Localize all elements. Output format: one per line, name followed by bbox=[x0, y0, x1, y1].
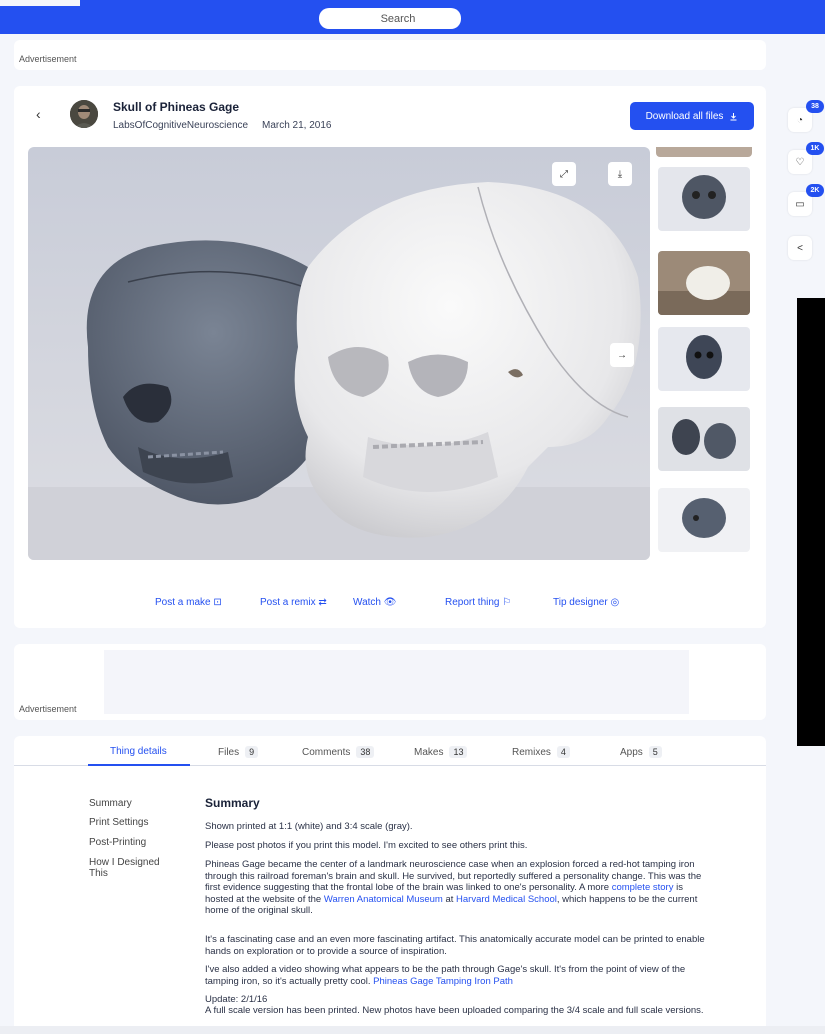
tab-files-count: 9 bbox=[245, 746, 259, 758]
tab-remixes[interactable]: Remixes 4 bbox=[512, 746, 570, 758]
tab-apps-label: Apps bbox=[620, 746, 643, 758]
summary-p5: I've also added a video showing what app… bbox=[205, 964, 705, 987]
ad-banner-top bbox=[14, 40, 766, 70]
thumbnail-gray-skull-icon bbox=[658, 167, 750, 231]
coin-icon: ◎ bbox=[610, 597, 620, 608]
remix-icon: ⇄ bbox=[318, 597, 327, 608]
publish-date: March 21, 2016 bbox=[262, 120, 332, 131]
tab-comments[interactable]: Comments 38 bbox=[302, 746, 375, 758]
summary-p6: A full scale version has been printed. N… bbox=[205, 1005, 704, 1016]
image-download-icon[interactable]: ⤓ bbox=[608, 162, 632, 186]
warren-museum-link[interactable]: Warren Anatomical Museum bbox=[324, 894, 443, 905]
summary-p2: Please post photos if you print this mod… bbox=[205, 840, 528, 851]
thumbnail-dark-skull-icon bbox=[658, 327, 750, 391]
download-icon bbox=[730, 112, 737, 120]
harvard-link[interactable]: Harvard Medical School bbox=[456, 894, 557, 905]
thumbnail-4[interactable] bbox=[658, 407, 750, 471]
summary-p4: It's a fascinating case and an even more… bbox=[205, 934, 705, 957]
post-a-make-link[interactable]: Post a make ⊡ bbox=[155, 597, 222, 608]
share-side-button[interactable]: < bbox=[788, 236, 812, 260]
thumbnail-skull-halves-icon bbox=[658, 407, 750, 471]
camera-icon: ⊡ bbox=[213, 597, 222, 608]
collections-count-badge: 2K bbox=[806, 184, 824, 197]
folder-icon: ▭ bbox=[795, 198, 805, 210]
ad-placeholder bbox=[104, 650, 689, 714]
thing-title: Skull of Phineas Gage bbox=[113, 100, 240, 114]
share-icon: < bbox=[797, 242, 803, 254]
tamping-iron-path-link[interactable]: Phineas Gage Tamping Iron Path bbox=[373, 976, 513, 987]
post-a-remix-link[interactable]: Post a remix ⇄ bbox=[260, 597, 327, 608]
tab-remixes-label: Remixes bbox=[512, 746, 551, 758]
tab-apps-count: 5 bbox=[648, 746, 662, 758]
ad-label-top: Advertisement bbox=[19, 54, 77, 64]
bottom-fade bbox=[0, 1026, 825, 1034]
toc-summary[interactable]: Summary bbox=[89, 798, 132, 809]
thumbnail-1[interactable] bbox=[658, 167, 750, 231]
tip-designer-label: Tip designer bbox=[553, 597, 608, 608]
tab-remixes-count: 4 bbox=[556, 746, 570, 758]
tab-makes[interactable]: Makes 13 bbox=[414, 746, 468, 758]
top-notch bbox=[0, 0, 80, 6]
main-image[interactable] bbox=[28, 147, 650, 560]
tab-apps[interactable]: Apps 5 bbox=[620, 746, 662, 758]
search-input[interactable] bbox=[327, 12, 469, 25]
post-a-remix-label: Post a remix bbox=[260, 597, 316, 608]
thumbnail-5[interactable] bbox=[658, 488, 750, 552]
tab-makes-label: Makes bbox=[414, 746, 444, 758]
author-link[interactable]: LabsOfCognitiveNeuroscience bbox=[113, 120, 248, 131]
next-image-arrow-icon[interactable]: → bbox=[610, 343, 634, 367]
report-thing-link[interactable]: Report thing ⚐ bbox=[445, 597, 511, 608]
tab-thing-details-label: Thing details bbox=[110, 746, 167, 757]
post-a-make-label: Post a make bbox=[155, 597, 211, 608]
eye-icon: 👁︎ bbox=[383, 597, 397, 608]
tab-files[interactable]: Files 9 bbox=[218, 746, 259, 758]
tab-comments-count: 38 bbox=[356, 746, 375, 758]
thumbnail-partial[interactable] bbox=[656, 147, 752, 157]
tab-makes-count: 13 bbox=[449, 746, 468, 758]
toc-print-settings[interactable]: Print Settings bbox=[89, 817, 148, 828]
fullscreen-icon[interactable]: ⤢ bbox=[552, 162, 576, 186]
watch-link[interactable]: Watch 👁︎ bbox=[353, 597, 396, 608]
summary-heading: Summary bbox=[205, 796, 260, 810]
summary-p3-text-c: at bbox=[442, 893, 457, 905]
ad-label-middle: Advertisement bbox=[19, 704, 77, 714]
tab-comments-label: Comments bbox=[302, 746, 351, 758]
flag-icon: ⚐ bbox=[502, 597, 512, 608]
ad-banner-middle bbox=[14, 644, 766, 720]
thumbnail-2[interactable] bbox=[658, 251, 750, 315]
tab-thing-details[interactable]: Thing details bbox=[110, 746, 167, 757]
comment-bubble-icon: ◔ bbox=[796, 114, 804, 126]
tab-files-label: Files bbox=[218, 746, 240, 758]
toc-post-printing[interactable]: Post-Printing bbox=[89, 837, 146, 848]
report-thing-label: Report thing bbox=[445, 597, 500, 608]
heart-icon: ♡ bbox=[795, 156, 805, 168]
back-arrow-icon[interactable]: ‹ bbox=[36, 106, 41, 122]
thumbnail-side-skull-icon bbox=[658, 488, 750, 552]
tip-designer-link[interactable]: Tip designer ◎ bbox=[553, 597, 619, 608]
toc-how-i-designed[interactable]: How I Designed This bbox=[89, 857, 179, 879]
watch-label: Watch bbox=[353, 597, 381, 608]
skull-photo-illustration bbox=[28, 182, 650, 560]
search-box[interactable] bbox=[319, 8, 469, 29]
thumbnail-3[interactable] bbox=[658, 327, 750, 391]
summary-p3: Phineas Gage became the center of a land… bbox=[205, 859, 705, 917]
comments-count-badge: 38 bbox=[806, 100, 824, 113]
likes-count-badge: 1K bbox=[806, 142, 824, 155]
complete-story-link[interactable]: complete story bbox=[612, 882, 674, 893]
summary-p1: Shown printed at 1:1 (white) and 3:4 sca… bbox=[205, 821, 413, 832]
active-tab-underline bbox=[88, 764, 190, 766]
download-all-files-button[interactable]: Download all files bbox=[630, 102, 754, 130]
download-all-label: Download all files bbox=[645, 110, 724, 122]
thumbnail-white-skull-icon bbox=[658, 251, 750, 315]
side-ad-block bbox=[797, 298, 825, 746]
avatar-portrait-icon bbox=[70, 100, 98, 128]
summary-update-title: Update: 2/1/16 bbox=[205, 994, 268, 1005]
avatar[interactable] bbox=[70, 100, 98, 128]
